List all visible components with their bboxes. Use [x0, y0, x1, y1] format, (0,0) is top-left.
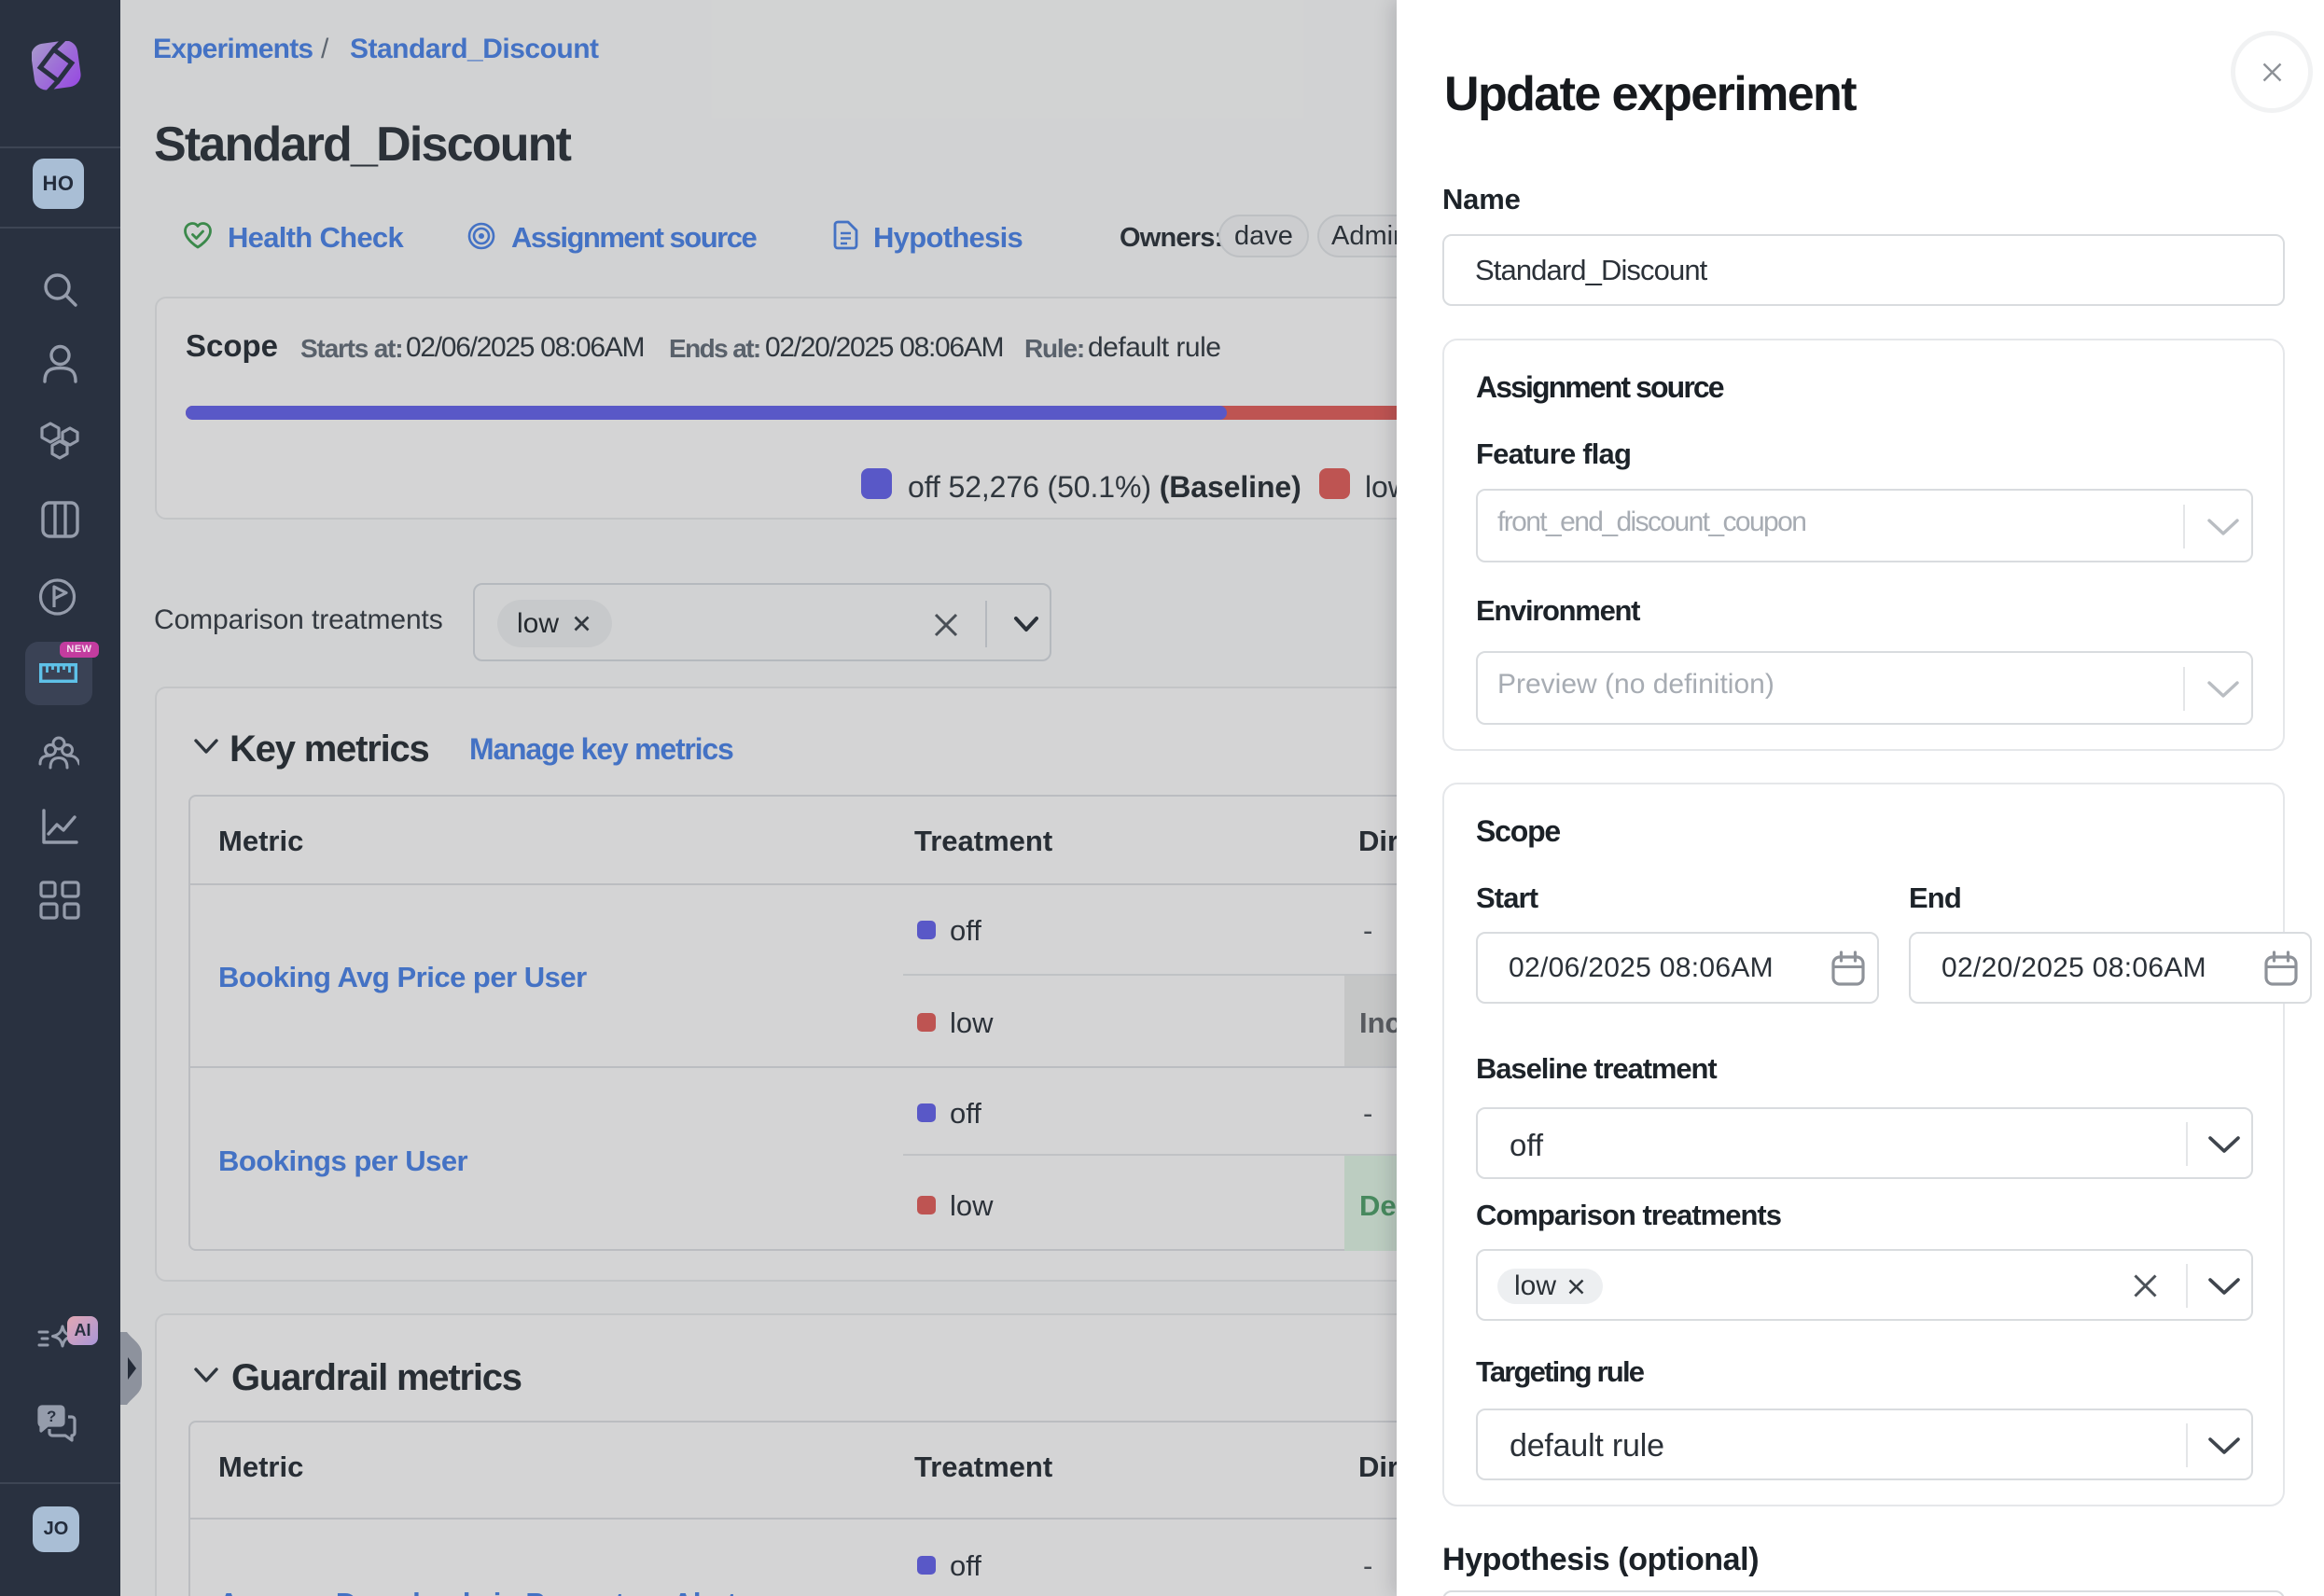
svg-text:?: ? — [47, 1408, 56, 1425]
